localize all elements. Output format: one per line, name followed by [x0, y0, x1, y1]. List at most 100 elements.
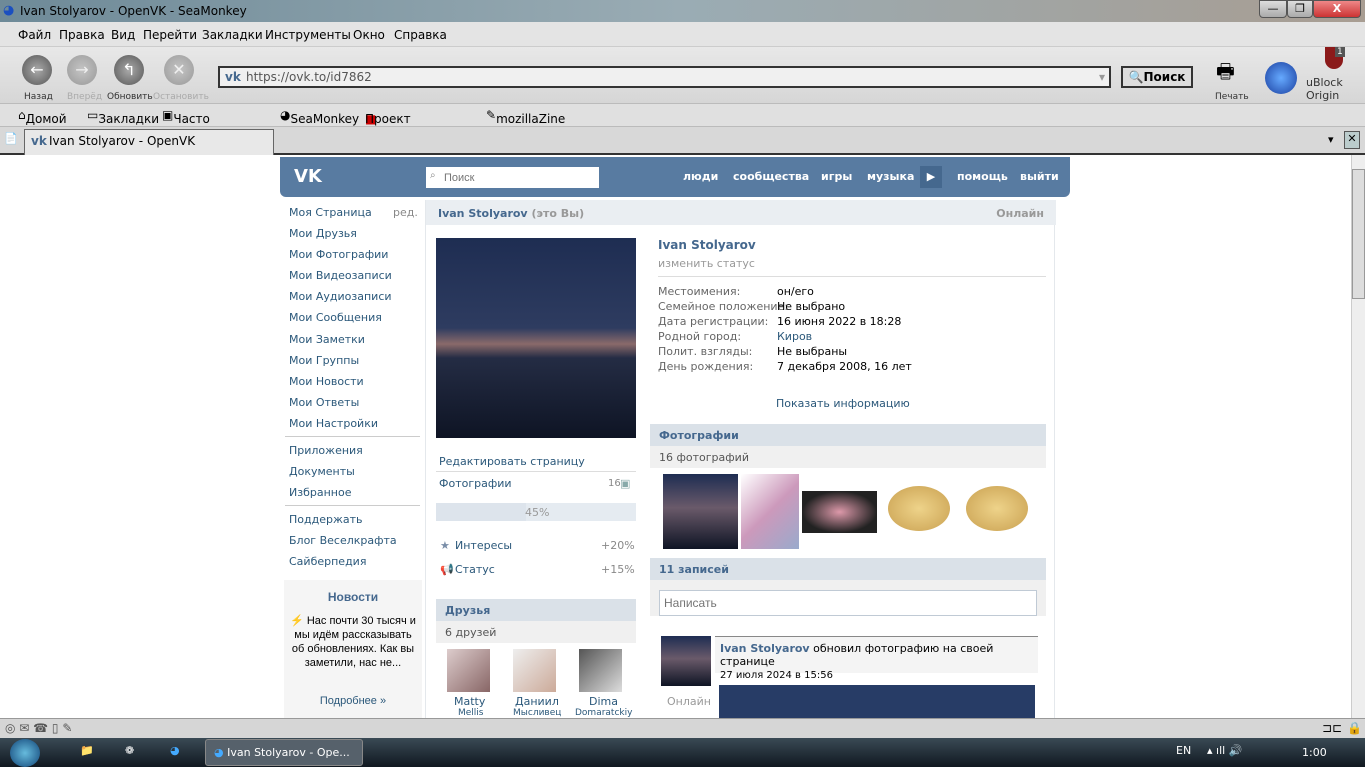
menu-apps[interactable]: Приложения	[289, 444, 363, 457]
friend-avatar[interactable]	[579, 649, 622, 692]
post-date[interactable]: 27 июля 2024 в 15:56	[720, 670, 833, 681]
photo-thumb[interactable]	[966, 486, 1028, 531]
menu-favorites[interactable]: Избранное	[289, 486, 351, 499]
menu-blog[interactable]: Блог Веселкрафта	[289, 534, 397, 547]
friend-avatar[interactable]	[447, 649, 490, 692]
photos-link[interactable]: Фотографии	[439, 477, 512, 490]
seamonkey-icon[interactable]: ◕	[170, 744, 180, 757]
nav-games[interactable]: игры	[821, 170, 852, 183]
close-button[interactable]: X	[1313, 0, 1361, 18]
online-icon[interactable]: ⊐⊏	[1322, 721, 1342, 735]
language-indicator[interactable]: EN	[1176, 744, 1191, 757]
friend-avatar[interactable]	[513, 649, 556, 692]
menu-photos[interactable]: Мои Фотографии	[289, 248, 388, 261]
search-button[interactable]: 🔍Поиск	[1121, 66, 1193, 88]
menu-groups[interactable]: Мои Группы	[289, 354, 359, 367]
edit-page-link[interactable]: Редактировать страницу	[439, 455, 585, 468]
photo-thumb[interactable]	[888, 486, 950, 531]
friend-name[interactable]: Даниил	[515, 695, 559, 708]
friend-name[interactable]: Matty	[454, 695, 485, 708]
menu-bookmarks[interactable]: Закладки	[202, 28, 263, 42]
menu-friends[interactable]: Мои Друзья	[289, 227, 357, 240]
nav-logout[interactable]: выйти	[1020, 170, 1059, 183]
bookmark-mozillazine[interactable]: ✎ mozillaZine	[486, 108, 565, 126]
menu-support[interactable]: Поддержать	[289, 513, 363, 526]
menu-file[interactable]: Файл	[18, 28, 51, 42]
tab-list-icon[interactable]: ▾	[1328, 133, 1334, 146]
photo-thumb[interactable]	[741, 474, 799, 549]
bookmark-home[interactable]: ⌂ Домой	[18, 108, 67, 126]
friend-surname[interactable]: Mellis	[458, 708, 484, 718]
vk-logo[interactable]: VK	[294, 166, 322, 187]
wall-post-input[interactable]	[659, 590, 1037, 616]
profile-photo[interactable]	[436, 238, 636, 438]
post-image[interactable]	[719, 685, 1035, 718]
menu-notes[interactable]: Мои Заметки	[289, 333, 365, 346]
dropdown-icon[interactable]: ▾	[1099, 70, 1105, 84]
close-tab-icon[interactable]: ✕	[1344, 131, 1360, 149]
friend-surname[interactable]: Domaratckiy	[575, 708, 632, 718]
reload-button[interactable]: ↰	[114, 55, 144, 85]
forward-button[interactable]: →	[67, 55, 97, 85]
tray-icons[interactable]: ▴ ıll 🔊	[1207, 744, 1242, 757]
menu-go[interactable]: Перейти	[143, 28, 197, 42]
status-icons[interactable]: ◎ ✉ ☎ ▯ ✎	[5, 721, 72, 735]
menu-docs[interactable]: Документы	[289, 465, 355, 478]
menu-help[interactable]: Справка	[394, 28, 447, 42]
photo-thumb[interactable]	[802, 491, 877, 533]
menu-edit[interactable]: Правка	[59, 28, 105, 42]
menu-settings[interactable]: Мои Настройки	[289, 417, 378, 430]
vk-search-input[interactable]	[426, 167, 599, 188]
photos-title[interactable]: Фотографии	[650, 424, 1046, 446]
edit-link[interactable]: ред.	[393, 206, 418, 219]
clock[interactable]: 1:00	[1302, 746, 1327, 759]
nav-music[interactable]: музыка	[867, 170, 914, 183]
menu-my-page[interactable]: Моя Страница	[289, 206, 372, 219]
boost-status[interactable]: Статус	[455, 563, 495, 576]
ublock-label: uBlock Origin	[1306, 76, 1343, 102]
friend-name[interactable]: Dima	[589, 695, 618, 708]
seamonkey-icon[interactable]	[1265, 62, 1297, 94]
boost-interests[interactable]: Интересы	[455, 539, 512, 552]
minimize-button[interactable]: —	[1259, 0, 1287, 18]
menu-videos[interactable]: Мои Видеозаписи	[289, 269, 392, 282]
app-icon[interactable]: ❁	[125, 744, 134, 757]
info-value[interactable]: Киров	[777, 330, 812, 343]
show-info-link[interactable]: Показать информацию	[776, 397, 910, 410]
menu-messages[interactable]: Мои Сообщения	[289, 311, 382, 324]
scroll-thumb[interactable]	[1352, 169, 1365, 299]
divider	[436, 471, 636, 472]
menu-view[interactable]: Вид	[111, 28, 135, 42]
friends-title[interactable]: Друзья	[436, 599, 636, 621]
nav-people[interactable]: люди	[683, 170, 718, 183]
menu-cyberpedia[interactable]: Сайберпедия	[289, 555, 366, 568]
post-author-avatar[interactable]	[661, 636, 711, 686]
nav-help[interactable]: помощь	[957, 170, 1008, 183]
bookmark-most-visited[interactable]: ▣Часто посещае...	[162, 108, 240, 140]
menu-news[interactable]: Мои Новости	[289, 375, 364, 388]
printer-icon[interactable]: 🖶	[1216, 57, 1235, 91]
change-status-link[interactable]: изменить статус	[658, 257, 755, 270]
friend-surname[interactable]: Мысливец	[513, 708, 561, 718]
tab-openvk[interactable]: vk Ivan Stolyarov - OpenVK	[24, 129, 274, 155]
menu-tools[interactable]: Инструменты	[265, 28, 351, 42]
start-button[interactable]	[10, 739, 40, 767]
explorer-icon[interactable]: 📁	[80, 744, 94, 757]
back-button[interactable]: ←	[22, 55, 52, 85]
menu-window[interactable]: Окно	[353, 28, 385, 42]
news-more-link[interactable]: Подробнее »	[284, 694, 422, 708]
stop-button[interactable]: ✕	[164, 55, 194, 85]
restore-button[interactable]: ❐	[1287, 0, 1313, 18]
vertical-scrollbar[interactable]	[1351, 155, 1365, 718]
url-bar[interactable]: vk https://ovk.to/id7862 ▾	[218, 66, 1111, 88]
bookmark-seamonkey[interactable]: ◕ SeaMonkey	[280, 108, 359, 126]
new-tab-icon[interactable]: 📄	[4, 132, 18, 145]
bookmark-folder[interactable]: ▭ Закладки	[87, 108, 159, 126]
photo-thumb[interactable]	[663, 474, 738, 549]
menu-audio[interactable]: Мои Аудиозаписи	[289, 290, 392, 303]
menu-replies[interactable]: Мои Ответы	[289, 396, 359, 409]
nav-communities[interactable]: сообщества	[733, 170, 809, 183]
post-author[interactable]: Ivan Stolyarov	[720, 642, 810, 655]
play-icon[interactable]: ▶	[920, 166, 942, 188]
taskbar-task[interactable]: ◕ Ivan Stolyarov - Ope...	[205, 739, 363, 766]
